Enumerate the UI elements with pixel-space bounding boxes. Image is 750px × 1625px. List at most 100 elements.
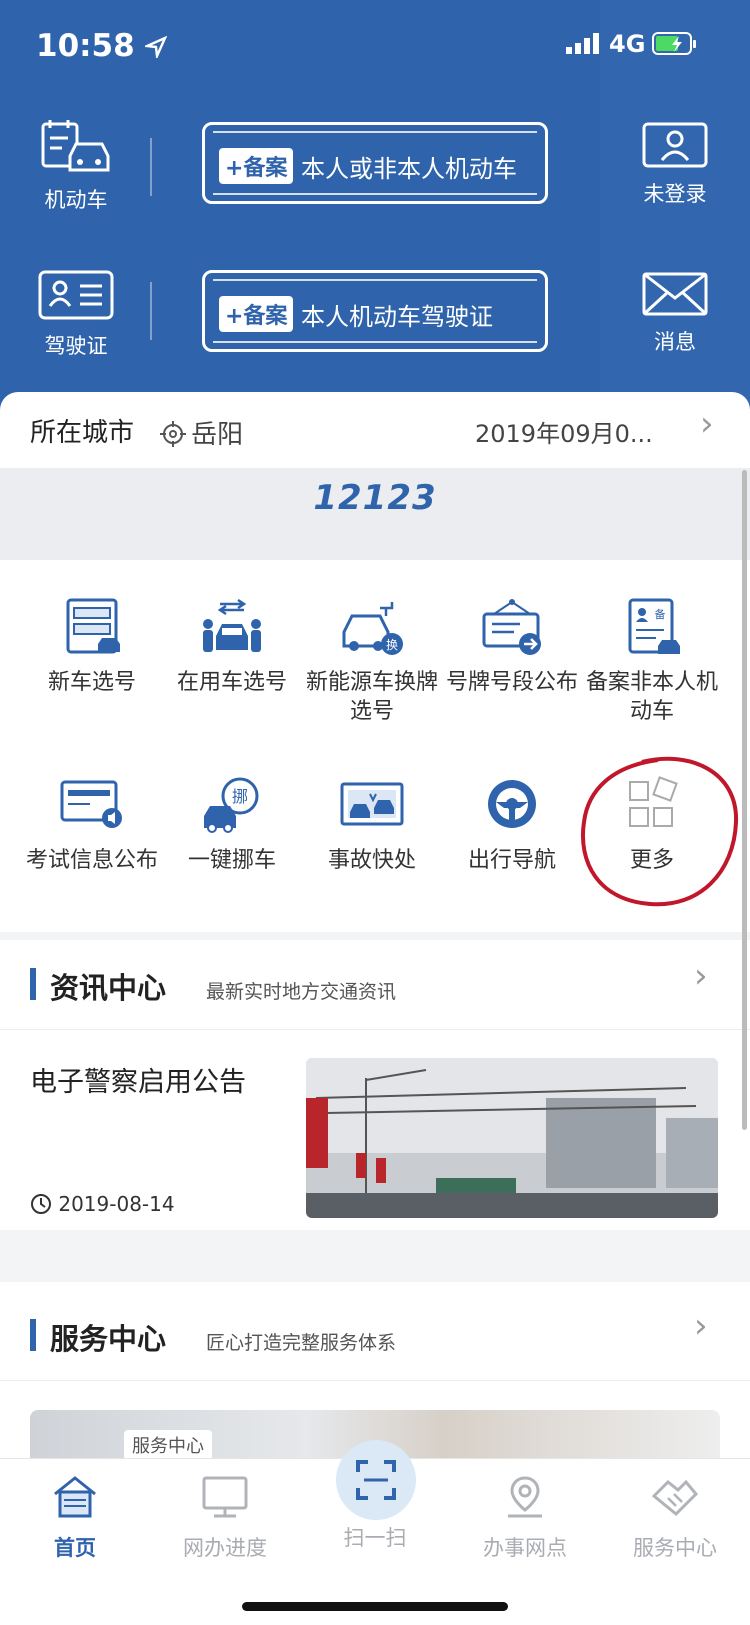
scan-icon <box>356 1460 396 1500</box>
service-move-car[interactable]: 挪 一键挪车 <box>162 776 302 875</box>
handshake-icon <box>651 1479 699 1517</box>
banner-logo: 12123 <box>313 478 437 518</box>
vehicle-shortcut[interactable]: 机动车 <box>36 118 116 214</box>
used-car-number-icon <box>203 598 261 652</box>
signal-icon <box>566 32 604 58</box>
clock-icon <box>31 1194 51 1214</box>
register-license-text: 本人机动车驾驶证 <box>301 303 493 331</box>
divider <box>150 282 152 340</box>
tab-service-center[interactable]: 服务中心 <box>600 1472 750 1562</box>
register-license-plate-button[interactable]: +备案 本人机动车驾驶证 <box>202 270 548 352</box>
envelope-icon <box>642 272 708 316</box>
monitor-icon <box>202 1476 248 1518</box>
divider <box>0 1029 750 1030</box>
date-text: 2019年09月0... <box>475 420 653 448</box>
service-label: 新车选号 <box>47 670 136 695</box>
service-center-title: 服务中心 <box>50 1322 167 1356</box>
city-name: 岳阳 <box>191 420 244 450</box>
service-label: 号牌号段公布 <box>445 670 578 695</box>
service-center-subtitle: 匠心打造完整服务体系 <box>206 1332 397 1354</box>
new-car-number-icon <box>66 598 120 654</box>
city-row[interactable]: 所在城市 <box>30 412 134 449</box>
exam-info-icon <box>60 780 122 828</box>
register-tag: +备案 <box>219 148 294 184</box>
steering-wheel-icon <box>488 780 536 828</box>
login-shortcut[interactable]: 未登录 <box>638 122 712 208</box>
messages-label: 消息 <box>654 330 696 354</box>
service-register-other-vehicle[interactable]: 备 备案非本人机动车 <box>582 598 722 726</box>
chevron-right-icon[interactable]: › <box>694 956 708 996</box>
service-plate-segment[interactable]: 号牌号段公布 <box>442 598 582 697</box>
accident-icon <box>340 782 404 826</box>
home-icon <box>54 1476 96 1518</box>
service-navigation[interactable]: 出行导航 <box>442 776 582 875</box>
vehicle-label: 机动车 <box>44 188 108 212</box>
banner-12123[interactable]: 12123 <box>0 468 750 560</box>
user-card-icon <box>642 122 708 168</box>
tab-label: 服务中心 <box>633 1536 717 1560</box>
service-new-car-number[interactable]: 新车选号 <box>22 598 162 697</box>
location-arrow-icon <box>142 35 168 61</box>
location-target-icon <box>160 421 186 447</box>
tab-label: 首页 <box>54 1536 96 1560</box>
tab-home[interactable]: 首页 <box>0 1472 150 1562</box>
tab-scan[interactable]: 扫一扫 <box>300 1522 450 1552</box>
register-vehicle-plate-button[interactable]: +备案 本人或非本人机动车 <box>202 122 548 204</box>
service-label: 一键挪车 <box>187 848 276 873</box>
service-accident[interactable]: 事故快处 <box>302 776 442 875</box>
news-subtitle: 最新实时地方交通资讯 <box>206 981 397 1003</box>
move-car-icon: 挪 <box>204 777 259 833</box>
battery-icon <box>652 31 698 61</box>
news-date-row: 2019-08-14 <box>30 1192 175 1216</box>
news-date: 2019-08-14 <box>58 1192 175 1216</box>
tab-label: 网办进度 <box>183 1536 267 1560</box>
register-vehicle-text: 本人或非本人机动车 <box>301 155 517 183</box>
service-label: 备案非本人机动车 <box>585 670 718 724</box>
service-center-image-badge: 服务中心 <box>124 1430 212 1460</box>
tab-progress[interactable]: 网办进度 <box>150 1472 300 1562</box>
tab-label: 扫一扫 <box>343 1526 407 1550</box>
service-label: 出行导航 <box>467 848 556 873</box>
service-label: 在用车选号 <box>176 670 287 695</box>
service-exam-info[interactable]: 考试信息公布 <box>22 776 162 875</box>
license-label: 驾驶证 <box>44 334 108 358</box>
service-label: 新能源车换牌选号 <box>305 670 438 724</box>
section-accent-bar <box>30 1319 36 1351</box>
service-label: 事故快处 <box>327 848 416 873</box>
chevron-right-icon[interactable]: › <box>694 1306 708 1346</box>
service-new-energy-plate[interactable]: 换 新能源车换牌选号 <box>302 598 442 726</box>
divider <box>0 1380 750 1381</box>
register-document-icon: 备 <box>628 598 680 654</box>
city-selector[interactable]: 岳阳 <box>160 414 243 451</box>
service-label: 考试信息公布 <box>25 848 158 873</box>
scrollbar[interactable] <box>742 470 747 1130</box>
scan-button[interactable] <box>336 1440 416 1520</box>
notice-board-icon <box>482 599 541 655</box>
license-shortcut[interactable]: 驾驶证 <box>36 270 116 360</box>
news-title: 资讯中心 <box>50 971 167 1005</box>
divider <box>150 138 152 196</box>
vehicle-icon <box>41 120 110 172</box>
map-pin-icon <box>508 1476 542 1518</box>
svg-text:备: 备 <box>655 607 666 621</box>
tab-label: 办事网点 <box>483 1536 567 1560</box>
status-time: 10:58 <box>36 28 168 64</box>
messages-shortcut[interactable]: 消息 <box>638 272 712 356</box>
street-photo <box>306 1058 718 1218</box>
tab-outlets[interactable]: 办事网点 <box>450 1472 600 1562</box>
network-type: 4G <box>609 30 646 58</box>
chevron-right-icon[interactable]: › <box>700 404 714 444</box>
new-energy-car-icon: 换 <box>342 602 403 655</box>
login-label: 未登录 <box>643 182 707 206</box>
service-used-car-number[interactable]: 在用车选号 <box>162 598 302 697</box>
city-label: 所在城市 <box>30 418 135 448</box>
home-indicator[interactable] <box>242 1602 508 1611</box>
svg-text:挪: 挪 <box>232 787 248 806</box>
section-accent-bar <box>30 968 36 1000</box>
license-icon <box>38 270 114 320</box>
news-image[interactable] <box>306 1058 718 1218</box>
svg-text:换: 换 <box>386 638 398 652</box>
register-tag: +备案 <box>219 296 294 332</box>
annotation-circle <box>581 756 739 907</box>
news-headline[interactable]: 电子警察启用公告 <box>30 1060 246 1099</box>
